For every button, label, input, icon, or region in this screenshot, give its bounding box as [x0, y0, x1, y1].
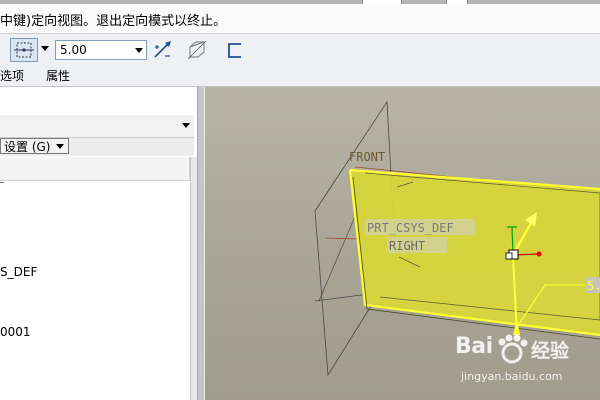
tab-options[interactable]: 选项: [0, 67, 24, 84]
datum-label-csys[interactable]: PRT_CSYS_DEF: [367, 221, 454, 235]
message-bar: 中键)定向视图。退出定向模式以终止。: [0, 4, 600, 34]
settings-bar: 设置 (G): [0, 138, 194, 156]
plane-type-dropdown[interactable]: [40, 42, 50, 56]
dimension-value[interactable]: 5.: [587, 279, 600, 293]
model-tree-panel: 设置 (G) S_DEF 0001: [0, 87, 198, 400]
chevron-down-icon[interactable]: [135, 48, 143, 53]
settings-button[interactable]: 设置 (G): [0, 138, 70, 154]
chevron-down-icon: [41, 46, 49, 51]
tab-properties[interactable]: 属性: [46, 67, 70, 84]
chevron-down-icon: [56, 144, 65, 149]
offset-value: 5.00: [60, 43, 87, 57]
message-text: 中键)定向视图。退出定向模式以终止。: [0, 14, 227, 29]
plane-reference-icon: [14, 42, 34, 58]
drag-handle-dot[interactable]: [536, 251, 542, 257]
tree-item-0001[interactable]: 0001: [0, 325, 31, 339]
model-tree-dropdown[interactable]: [0, 115, 194, 138]
tree-item-csys[interactable]: S_DEF: [0, 265, 37, 279]
baidu-watermark: Bai 经验 jingyan.baidu.com: [455, 334, 595, 394]
tree-connector: [0, 182, 4, 183]
thicken-button[interactable]: [186, 39, 208, 61]
panel-splitter[interactable]: [197, 87, 205, 400]
plane-reference-button[interactable]: [10, 38, 38, 62]
flip-direction-icon: [154, 41, 171, 58]
watermark-title: 经验: [531, 340, 570, 362]
offset-value-combo[interactable]: 5.00: [55, 40, 147, 60]
watermark-logo: Bai: [455, 334, 493, 359]
sketch-feature-button[interactable]: [224, 39, 246, 61]
offset-dashboard: 5.00 选项 属性: [0, 34, 600, 87]
flip-direction-button[interactable]: [152, 39, 174, 61]
datum-label-right[interactable]: RIGHT: [389, 239, 425, 253]
sketch-feature-icon: [228, 43, 241, 58]
settings-label: 设置 (G): [4, 140, 51, 154]
graphics-viewport[interactable]: 5. FRONT PRT_CSYS_DEF RIGHT Bai 经验 jingy…: [205, 87, 600, 400]
thicken-icon: [187, 40, 207, 60]
datum-label-front[interactable]: FRONT: [349, 150, 385, 164]
chevron-down-icon[interactable]: [182, 123, 190, 128]
paw-icon: [498, 334, 528, 364]
watermark-url: jingyan.baidu.com: [461, 370, 563, 383]
tree-column-header[interactable]: [0, 157, 190, 181]
drag-handle-square: [505, 252, 513, 260]
